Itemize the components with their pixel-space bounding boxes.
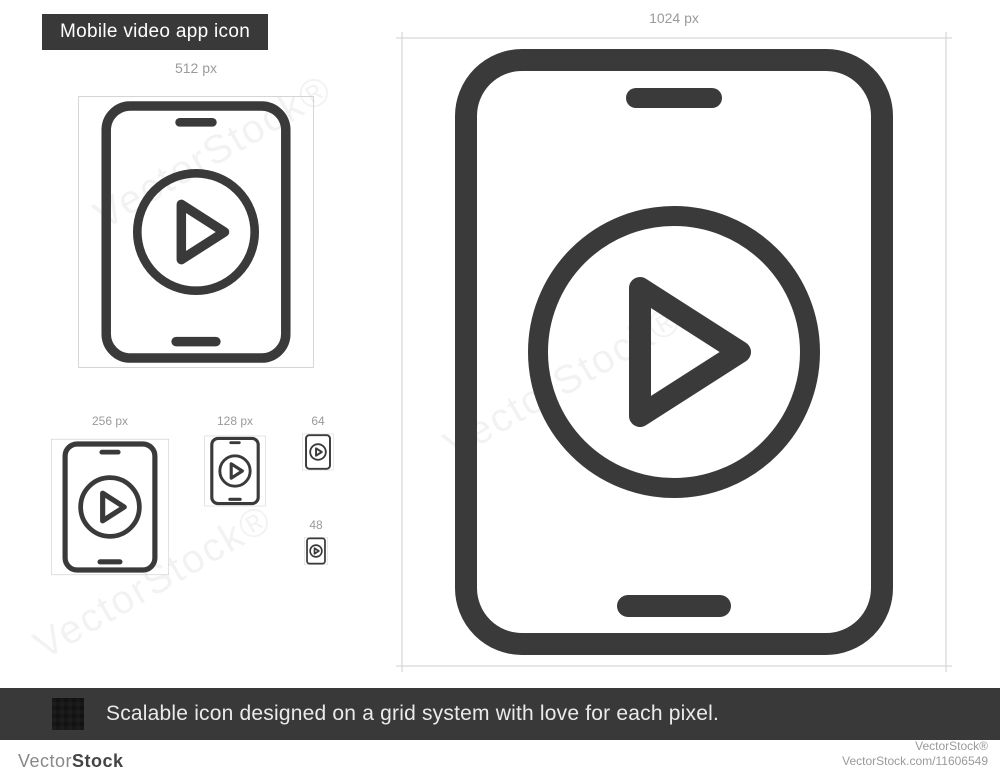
size-label-64: 64: [302, 414, 334, 428]
footer-bar: Scalable icon designed on a grid system …: [0, 688, 1000, 740]
brand-bold: Stock: [72, 751, 124, 771]
size-label-512: 512 px: [76, 60, 316, 76]
brand-light: Vector: [18, 751, 72, 771]
mobile-video-app-icon: [76, 82, 316, 382]
icon-spec-48: 48: [304, 536, 328, 566]
icon-spec-64: 64: [302, 432, 334, 472]
attribution: VectorStock® VectorStock.com/11606549: [842, 739, 988, 770]
brand-logo: VectorStock: [18, 751, 124, 772]
mobile-video-app-icon: [396, 32, 952, 672]
attribution-id: VectorStock.com/11606549: [842, 754, 988, 770]
pixel-grid-icon: [52, 698, 84, 730]
size-label-128: 128 px: [204, 414, 266, 428]
icon-spec-256: 256 px: [50, 432, 170, 582]
attribution-site: VectorStock®: [842, 739, 988, 755]
mobile-video-app-icon: [302, 432, 334, 472]
page-title: Mobile video app icon: [42, 14, 268, 50]
footer-text: Scalable icon designed on a grid system …: [106, 702, 719, 726]
mobile-video-app-icon: [50, 432, 170, 582]
size-label-256: 256 px: [50, 414, 170, 428]
icon-spec-1024: 1024 px: [396, 32, 952, 672]
mobile-video-app-icon: [304, 536, 328, 566]
icon-spec-512: 512 px: [76, 82, 316, 382]
mobile-video-app-icon: [204, 432, 266, 510]
size-label-1024: 1024 px: [396, 10, 952, 26]
size-label-48: 48: [304, 518, 328, 532]
icon-spec-128: 128 px: [204, 432, 266, 510]
